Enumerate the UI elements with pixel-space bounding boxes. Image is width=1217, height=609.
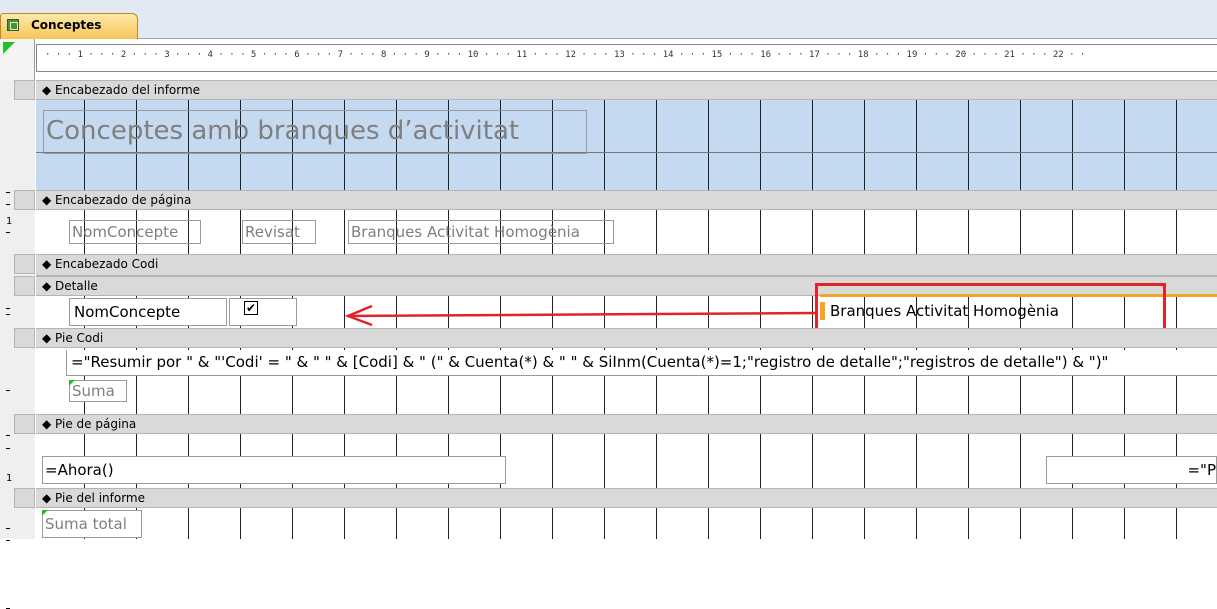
header-label-revisat[interactable]: Revisat <box>242 220 316 244</box>
page-footer-area[interactable]: =Ahora() ="P <box>36 434 1217 488</box>
header-label-nomconcepte[interactable]: NomConcepte <box>69 220 201 244</box>
ruler-tick <box>6 232 10 233</box>
checkbox-revisat[interactable]: ✔ <box>244 301 258 315</box>
ruler-tick <box>6 308 10 309</box>
arrow-icon <box>344 304 819 327</box>
section-selector-group-footer[interactable] <box>14 328 35 348</box>
section-band-group-header[interactable]: ◆ Encabezado Codi <box>36 254 1217 276</box>
section-title: Pie del informe <box>55 491 145 505</box>
ruler-tick <box>6 390 10 391</box>
detail-area[interactable]: NomConcepte ✔ Branques Activitat Homogèn… <box>36 283 1217 340</box>
tab-conceptes[interactable]: Conceptes <box>0 13 138 39</box>
report-selector[interactable] <box>0 39 35 80</box>
section-band-page-footer[interactable]: ◆ Pie de página <box>36 414 1217 434</box>
field-now[interactable]: =Ahora() <box>42 456 506 484</box>
report-icon <box>7 19 19 31</box>
report-footer-area[interactable]: Suma total <box>36 508 1217 539</box>
vruler-number: 1 <box>6 216 13 227</box>
selector-triangle-icon <box>3 42 15 54</box>
section-selector-page-header[interactable] <box>14 190 35 210</box>
section-band-group-footer[interactable]: ◆ Pie Codi <box>36 328 1217 348</box>
sum-label[interactable]: Suma <box>69 380 127 402</box>
section-band-report-header[interactable]: ◆ Encabezado del informe <box>36 80 1217 100</box>
section-label: ◆ Encabezado de página <box>42 193 192 207</box>
ruler-tick <box>6 204 10 205</box>
field-revisat-box[interactable]: ✔ <box>229 298 297 326</box>
ruler-tick <box>6 192 10 193</box>
section-selector-group-header[interactable] <box>14 254 35 274</box>
group-footer-area[interactable]: ="Resumir por " & "'Codi' = " & " " & [C… <box>36 348 1217 414</box>
section-label: ◆ Pie de página <box>42 417 137 431</box>
ruler-tick <box>6 528 10 529</box>
section-selector-report-header[interactable] <box>14 80 35 100</box>
error-triangle-icon <box>69 380 75 386</box>
report-header-area[interactable]: Conceptes amb branques d’activitat <box>36 100 1217 190</box>
total-sum-label[interactable]: Suma total <box>42 510 142 538</box>
section-title: Pie Codi <box>55 331 104 345</box>
report-title-label[interactable]: Conceptes amb branques d’activitat <box>43 110 587 154</box>
section-title: Detalle <box>55 279 98 293</box>
section-label: ◆ Pie del informe <box>42 491 145 505</box>
section-title: Encabezado de página <box>55 193 192 207</box>
section-selector-page-footer[interactable] <box>14 414 35 434</box>
section-label: ◆ Pie Codi <box>42 331 104 345</box>
section-title: Encabezado del informe <box>55 83 201 97</box>
error-triangle-icon <box>42 510 48 516</box>
section-selector-report-footer[interactable] <box>14 488 35 508</box>
summary-expression-field[interactable]: ="Resumir por " & "'Codi' = " & " " & [C… <box>66 350 1217 376</box>
page-header-area[interactable]: NomConcepte Revisat Branques Activitat H… <box>36 210 1217 254</box>
section-label: ◆ Detalle <box>42 279 98 293</box>
vertical-ruler[interactable]: 1 1 <box>0 80 35 609</box>
ruler-tick <box>6 435 10 436</box>
section-label: ◆ Encabezado Codi <box>42 257 159 271</box>
section-band-report-footer[interactable]: ◆ Pie del informe <box>36 488 1217 508</box>
header-label-branques[interactable]: Branques Activitat Homogènia <box>348 220 614 244</box>
ruler-marks: · · · 1 · · · 2 · · · 3 · · · 4 · · · 5 … <box>45 50 1086 60</box>
tab-title: Conceptes <box>31 18 102 32</box>
document-tab-strip <box>0 0 1217 39</box>
section-label: ◆ Encabezado del informe <box>42 83 201 97</box>
field-page-number[interactable]: ="P <box>1046 456 1217 484</box>
ruler-tick <box>6 540 10 541</box>
section-title: Encabezado Codi <box>55 257 159 271</box>
section-band-page-header[interactable]: ◆ Encabezado de página <box>36 190 1217 210</box>
ruler-tick <box>6 448 10 449</box>
vruler-number: 1 <box>6 473 13 484</box>
section-title: Pie de página <box>55 417 137 431</box>
ruler-tick <box>6 314 10 315</box>
horizontal-ruler[interactable]: · · · 1 · · · 2 · · · 3 · · · 4 · · · 5 … <box>36 44 1217 72</box>
field-nomconcepte[interactable]: NomConcepte <box>69 298 227 326</box>
section-selector-detail[interactable] <box>14 276 35 296</box>
